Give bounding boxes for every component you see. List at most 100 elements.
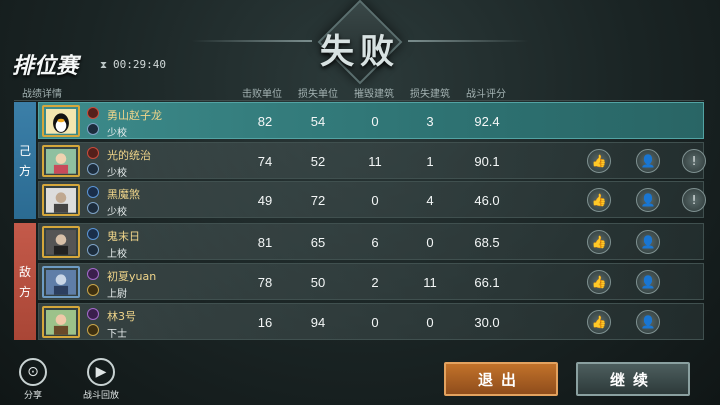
player-emblem-icon (87, 308, 99, 320)
rank-badge-icon (87, 163, 99, 175)
player-row: 光的统治 少校 74 52 11 1 90.1 👍 👤 ! (38, 142, 706, 179)
stat-lost-buildings: 11 (423, 275, 437, 290)
avatar[interactable] (42, 226, 80, 258)
col-kills: 击败单位 (242, 89, 282, 100)
avatar[interactable] (42, 306, 80, 338)
column-header: 战绩详情 击败单位 损失单位 摧毁建筑 损失建筑 战斗评分 (14, 82, 704, 100)
share-button[interactable]: ⊙ 分享 (16, 358, 50, 401)
thumbs-up-icon[interactable]: 👍 (587, 188, 611, 212)
replay-button[interactable]: ▶ 战斗回放 (74, 358, 128, 401)
col-details: 战绩详情 (22, 89, 62, 100)
player-rank: 少校 (107, 168, 127, 179)
portrait-avatar-icon (46, 270, 76, 295)
add-friend-icon[interactable]: 👤 (636, 270, 660, 294)
thumbs-up-icon[interactable]: 👍 (587, 149, 611, 173)
stat-losses: 94 (310, 315, 326, 330)
stat-destroyed-buildings: 0 (371, 193, 379, 208)
player-row: 勇山赵子龙 少校 82 54 0 3 92.4 (38, 102, 704, 139)
thumbs-up-icon[interactable]: 👍 (587, 270, 611, 294)
stat-score: 30.0 (474, 315, 500, 330)
hourglass-icon: ⧗ (100, 60, 108, 71)
stat-score: 92.4 (474, 114, 500, 129)
player-name: 光的统治 (107, 149, 151, 162)
avatar[interactable] (42, 266, 80, 298)
player-row: 黑魔煞 少校 49 72 0 4 46.0 👍 👤 ! (38, 181, 706, 218)
stat-destroyed-buildings: 0 (371, 114, 379, 129)
portrait-avatar-icon (46, 149, 76, 174)
rank-badge-icon (87, 244, 99, 256)
add-friend-icon[interactable]: 👤 (636, 230, 660, 254)
stat-score: 90.1 (474, 154, 500, 169)
portrait-avatar-icon (46, 188, 76, 213)
replay-label: 战斗回放 (82, 391, 119, 401)
stat-destroyed-buildings: 2 (371, 275, 379, 290)
penguin-avatar-icon (46, 109, 76, 134)
stat-kills: 74 (257, 154, 273, 169)
result-banner: 失败 (192, 0, 528, 85)
avatar[interactable] (42, 184, 80, 216)
stat-destroyed-buildings: 6 (371, 235, 379, 250)
result-title: 失败 (320, 32, 400, 72)
avatar[interactable] (42, 145, 80, 177)
player-name: 初夏yuan (107, 270, 157, 283)
player-emblem-icon (87, 107, 99, 119)
match-timer: ⧗ 00:29:40 (100, 58, 166, 71)
stat-score: 66.1 (474, 275, 500, 290)
add-friend-icon[interactable]: 👤 (636, 188, 660, 212)
stat-kills: 49 (257, 193, 273, 208)
stat-lost-buildings: 0 (426, 235, 434, 250)
player-name: 林3号 (107, 310, 136, 323)
header-divider (14, 100, 704, 101)
share-icon: ⊙ (19, 358, 47, 386)
stat-losses: 72 (310, 193, 326, 208)
rank-badge-icon (87, 284, 99, 296)
player-emblem-icon (87, 228, 99, 240)
enemy-label-2: 方 (18, 284, 31, 299)
stat-losses: 52 (310, 154, 326, 169)
stat-lost-buildings: 1 (426, 154, 434, 169)
rank-badge-icon (87, 324, 99, 336)
add-friend-icon[interactable]: 👤 (636, 310, 660, 334)
col-score: 战斗评分 (466, 89, 506, 100)
thumbs-up-icon[interactable]: 👍 (587, 310, 611, 334)
portrait-avatar-icon (46, 310, 76, 335)
timer-value: 00:29:40 (113, 58, 167, 71)
col-losses: 损失单位 (298, 89, 338, 100)
add-friend-icon[interactable]: 👤 (636, 149, 660, 173)
exit-button[interactable]: 退出 (444, 362, 558, 396)
portrait-avatar-icon (46, 230, 76, 255)
stat-kills: 81 (257, 235, 273, 250)
stat-destroyed-buildings: 0 (371, 315, 379, 330)
player-emblem-icon (87, 186, 99, 198)
continue-button[interactable]: 继续 (576, 362, 690, 396)
enemy-label-1: 敌 (18, 264, 31, 279)
stat-losses: 50 (310, 275, 326, 290)
player-rank: 少校 (107, 128, 127, 139)
player-rank: 上校 (107, 249, 127, 260)
player-rank: 少校 (107, 207, 127, 218)
player-rank: 上尉 (107, 289, 127, 300)
player-row: 鬼末日 上校 81 65 6 0 68.5 👍 👤 (38, 223, 704, 260)
stat-destroyed-buildings: 11 (368, 154, 382, 169)
camera-icon: ▶ (87, 358, 115, 386)
player-row: 初夏yuan 上尉 78 50 2 11 66.1 👍 👤 (38, 263, 704, 300)
ally-label-1: 己 (18, 143, 31, 158)
stat-kills: 16 (257, 315, 273, 330)
player-emblem-icon (87, 147, 99, 159)
rank-badge-icon (87, 202, 99, 214)
enemy-side-label: 敌 方 (14, 223, 36, 340)
stat-kills: 78 (257, 275, 273, 290)
stat-score: 46.0 (474, 193, 500, 208)
mode-title: 排位赛 (12, 54, 79, 79)
report-icon[interactable]: ! (682, 188, 706, 212)
avatar[interactable] (42, 105, 80, 137)
stat-losses: 65 (310, 235, 326, 250)
rank-badge-icon (87, 123, 99, 135)
stat-score: 68.5 (474, 235, 500, 250)
thumbs-up-icon[interactable]: 👍 (587, 230, 611, 254)
player-name: 鬼末日 (107, 230, 140, 243)
player-name: 勇山赵子龙 (107, 109, 162, 122)
share-label: 分享 (23, 391, 42, 401)
stat-kills: 82 (257, 114, 273, 129)
report-icon[interactable]: ! (682, 149, 706, 173)
